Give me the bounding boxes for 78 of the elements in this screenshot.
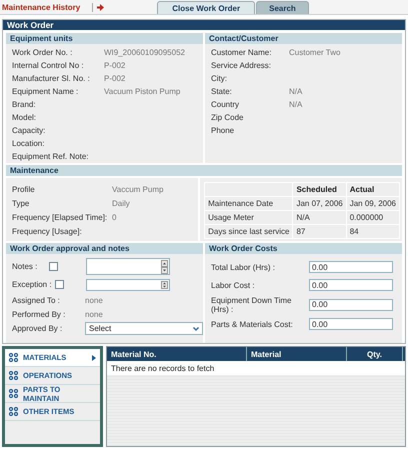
- field-label: Type: [12, 198, 30, 208]
- field-label: Assigned To :: [12, 296, 61, 304]
- table-cell: 0.000000: [346, 210, 400, 224]
- field-value: P-002: [104, 61, 126, 70]
- table-cell: Days since last service: [204, 224, 293, 238]
- field-value: none: [85, 296, 103, 304]
- field-value: P-002: [104, 74, 126, 83]
- empty-message: There are no records to fetch: [107, 361, 405, 375]
- field-label: Manufacturer Sl. No. :: [12, 74, 91, 83]
- field-value: 0: [112, 212, 116, 222]
- cost-field[interactable]: 0.00: [309, 279, 393, 291]
- notes-checkbox[interactable]: [49, 262, 58, 271]
- field-value: Daily: [112, 198, 130, 208]
- spinner-icon[interactable]: [161, 280, 168, 288]
- scroll-arrows-icon[interactable]: [161, 260, 168, 274]
- exception-checkbox[interactable]: [55, 280, 64, 289]
- field-value: Customer Two: [289, 48, 340, 57]
- cost-field[interactable]: 0.00: [309, 298, 393, 310]
- table-cell: Maintenance Date: [204, 196, 293, 210]
- column-header: Scheduled: [292, 182, 346, 196]
- field-label: Zip Code: [211, 113, 244, 122]
- field-value: N/A: [289, 100, 302, 109]
- field-label: Labor Cost :: [211, 280, 256, 290]
- tab[interactable]: Close Work Order: [157, 1, 256, 14]
- field-label: Profile: [12, 184, 36, 194]
- grid-icon: [9, 371, 18, 380]
- section-header: Work Order Costs: [205, 243, 402, 254]
- field-label: Total Labor (Hrs) :: [211, 262, 276, 272]
- field-label: Customer Name:: [211, 48, 272, 57]
- notes-field[interactable]: [86, 258, 170, 275]
- field-label: State:: [211, 87, 233, 96]
- cost-field[interactable]: 0.00: [309, 318, 393, 330]
- approved-by-select[interactable]: Select: [85, 322, 203, 335]
- table-cell: 87: [292, 224, 346, 238]
- field-label: Frequency [Elapsed Time]:: [12, 212, 108, 222]
- section-header: Contact/Customer: [205, 33, 402, 44]
- field-value: Vaccum Pump: [112, 184, 164, 194]
- exception-field[interactable]: [86, 278, 170, 290]
- field-value: N/A: [289, 87, 302, 96]
- field-label: Country: [211, 100, 240, 109]
- field-label: Capacity:: [12, 126, 46, 135]
- cost-field[interactable]: 0.00: [309, 261, 393, 273]
- field-label: City:: [211, 74, 228, 83]
- column-header: Actual: [346, 182, 400, 196]
- field-label: Internal Control No :: [12, 61, 85, 70]
- section-header: Equipment units: [6, 33, 203, 44]
- table-cell: 84: [346, 224, 400, 238]
- table-cell: N/A: [292, 210, 346, 224]
- field-label: Equipment Down Time (Hrs) :: [211, 296, 292, 314]
- field-label: Equipment Ref. Note:: [12, 152, 90, 161]
- page-title: Maintenance History: [2, 2, 80, 12]
- grid-icon: [9, 407, 18, 416]
- caret-right-icon: [92, 354, 96, 360]
- table-cell: Usage Meter: [204, 210, 293, 224]
- field-label: Model:: [12, 113, 38, 122]
- field-label: Frequency [Usage]:: [12, 226, 83, 236]
- field-label: Phone: [211, 126, 236, 135]
- field-value: none: [85, 310, 103, 318]
- tab[interactable]: Search: [256, 1, 309, 14]
- field-label: Exception :: [12, 280, 53, 289]
- field-label: Approved By :: [12, 324, 64, 333]
- panel-title: Work Order: [3, 20, 405, 30]
- field-label: Performed By :: [12, 310, 66, 318]
- section-header: Maintenance: [6, 165, 402, 176]
- table-cell: Jan 07, 2006: [292, 196, 346, 210]
- field-label: Notes :: [12, 262, 38, 271]
- field-label: Service Address:: [211, 61, 272, 70]
- arrow-icon[interactable]: [97, 4, 104, 10]
- field-label: Work Order No. :: [12, 48, 74, 57]
- field-label: Parts & Materials Cost:: [211, 320, 294, 328]
- grid-icon: [9, 389, 18, 398]
- field-label: Brand:: [12, 100, 37, 109]
- field-label: Equipment Name :: [12, 87, 80, 96]
- chevron-down-icon: [192, 324, 200, 332]
- grid-icon: [9, 353, 18, 362]
- section-header: Work Order approval and notes: [6, 243, 203, 254]
- table-cell: Jan 09, 2006: [346, 196, 400, 210]
- field-label: Location:: [12, 139, 46, 148]
